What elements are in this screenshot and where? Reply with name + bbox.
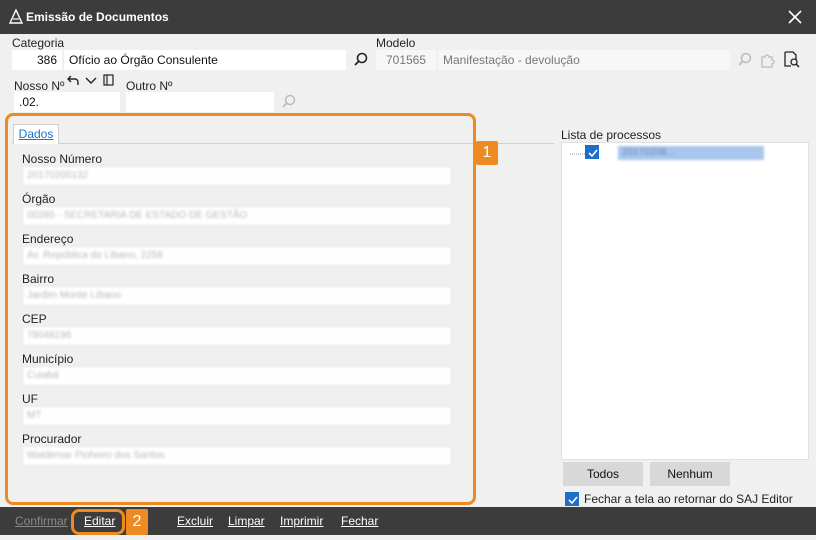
close-icon bbox=[788, 10, 802, 24]
processo-item[interactable]: 20170208... bbox=[618, 146, 764, 160]
check-icon bbox=[568, 496, 578, 505]
lista-processos-label: Lista de processos bbox=[561, 128, 662, 142]
modelo-name-field[interactable]: Manifestação - devolução bbox=[438, 50, 730, 70]
categoria-name-field[interactable]: Ofício ao Órgão Consulente bbox=[64, 50, 346, 70]
outro-numero-field[interactable] bbox=[126, 92, 274, 112]
nosso-numero-label: Nosso Nº bbox=[14, 79, 65, 93]
todos-button[interactable]: Todos bbox=[563, 462, 643, 486]
annotation-highlight-2 bbox=[71, 509, 125, 535]
puzzle-icon[interactable] bbox=[758, 51, 776, 69]
emissao-documentos-window: Emissão de Documentos Categoria 386 Ofíc… bbox=[0, 0, 816, 540]
confirmar-button[interactable]: Confirmar bbox=[15, 514, 68, 528]
fechar-button[interactable]: Fechar bbox=[341, 514, 378, 528]
categoria-label: Categoria bbox=[12, 36, 65, 50]
imprimir-button[interactable]: Imprimir bbox=[280, 514, 323, 528]
nenhum-button[interactable]: Nenhum bbox=[650, 462, 730, 486]
app-logo-icon bbox=[8, 9, 24, 24]
nosso-numero-field[interactable]: .02. bbox=[14, 92, 120, 112]
check-icon bbox=[588, 149, 598, 158]
excluir-button[interactable]: Excluir bbox=[177, 514, 213, 528]
search-outro-icon[interactable] bbox=[280, 93, 298, 111]
annotation-badge-1: 1 bbox=[476, 141, 498, 165]
title-bar: Emissão de Documentos bbox=[0, 0, 816, 34]
book-icon[interactable] bbox=[102, 73, 116, 87]
undo-icon[interactable] bbox=[66, 73, 80, 87]
chevron-down-icon[interactable] bbox=[84, 74, 98, 88]
fechar-tela-label: Fechar a tela ao retornar do SAJ Editor bbox=[584, 492, 793, 506]
outro-numero-label: Outro Nº bbox=[126, 79, 173, 93]
modelo-label: Modelo bbox=[376, 36, 416, 50]
search-icon[interactable] bbox=[352, 51, 370, 69]
annotation-highlight-1 bbox=[5, 113, 476, 505]
processo-checkbox[interactable] bbox=[585, 145, 599, 159]
window-title: Emissão de Documentos bbox=[26, 10, 169, 24]
annotation-badge-2: 2 bbox=[126, 509, 148, 535]
close-window-button[interactable] bbox=[784, 6, 806, 28]
search-modelo-icon[interactable] bbox=[736, 51, 754, 69]
limpar-button[interactable]: Limpar bbox=[228, 514, 265, 528]
processos-list: 20170208... bbox=[561, 142, 809, 460]
edit-document-icon[interactable] bbox=[782, 50, 800, 68]
fechar-tela-checkbox[interactable] bbox=[565, 492, 579, 506]
categoria-code-field[interactable]: 386 bbox=[12, 50, 62, 70]
modelo-code-field[interactable]: 701565 bbox=[376, 50, 436, 70]
